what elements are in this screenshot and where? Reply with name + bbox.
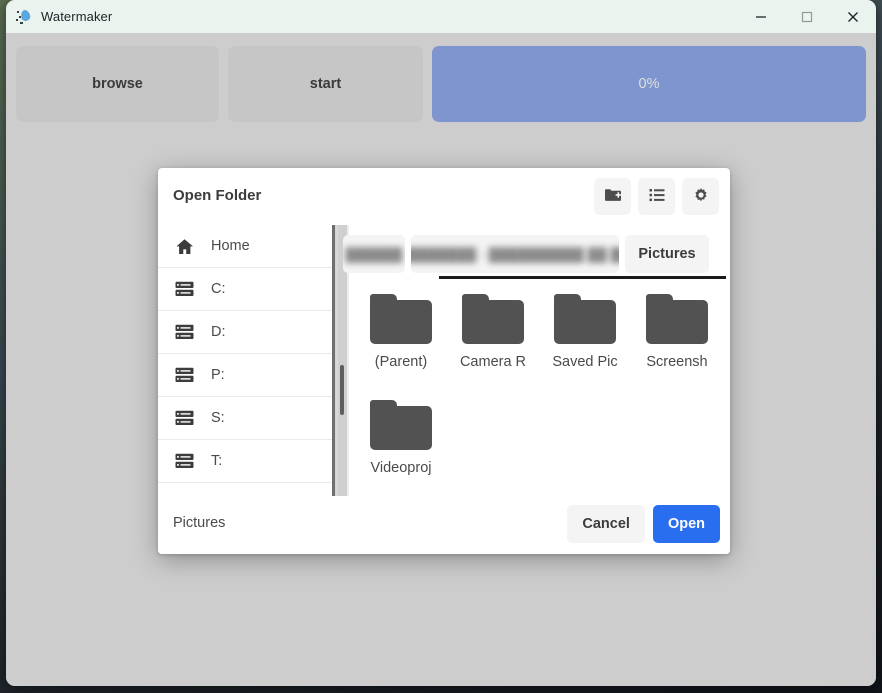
drive-icon	[173, 451, 195, 471]
drive-icon	[173, 322, 195, 342]
breadcrumb-active-underline	[439, 276, 726, 279]
folder-icon	[462, 294, 524, 344]
folder-item[interactable]: Videoproj	[355, 393, 447, 499]
breadcrumb-item-pictures[interactable]: Pictures	[625, 235, 709, 273]
breadcrumb-label: ██████	[345, 246, 403, 262]
breadcrumb-label: Pictures	[638, 246, 696, 262]
close-icon[interactable]	[830, 0, 876, 33]
sidebar-item-label: D:	[211, 324, 226, 340]
list-view-button[interactable]	[638, 178, 675, 215]
new-folder-button[interactable]	[594, 178, 631, 215]
folder-label: Videoproj	[370, 460, 432, 476]
sidebar-item-label: C:	[211, 281, 226, 297]
sidebar-item-s[interactable]: S:	[158, 397, 343, 440]
folder-grid: (Parent) Camera R Saved Pic Screensh Vid…	[349, 287, 730, 496]
breadcrumb-item-redacted-2[interactable]: ████████ - ██████████ ██ ██	[411, 235, 619, 273]
browse-button[interactable]: browse	[16, 46, 219, 122]
title-bar: Watermaker	[6, 0, 876, 33]
footer-actions: Cancel Open	[567, 505, 720, 543]
current-path-label: Pictures	[173, 515, 226, 531]
folder-item[interactable]: Camera R	[447, 287, 539, 393]
sidebar-item-w[interactable]: W:	[158, 483, 343, 496]
action-toolbar: browse start 0%	[16, 46, 866, 122]
sidebar-item-label: S:	[211, 410, 225, 426]
folder-item[interactable]: (Parent)	[355, 287, 447, 393]
breadcrumb-item-redacted-1[interactable]: ██████	[343, 235, 405, 273]
sidebar-item-label: P:	[211, 367, 225, 383]
progress-label: 0%	[638, 76, 660, 92]
application-window: Watermaker browse start 0% Open Folder H…	[6, 0, 876, 686]
water-drop-icon	[16, 8, 32, 25]
drive-icon	[173, 279, 195, 299]
places-sidebar[interactable]: Home C: D: P: S: T:	[158, 225, 343, 496]
start-button[interactable]: start	[228, 46, 423, 122]
settings-button[interactable]	[682, 178, 719, 215]
maximize-icon[interactable]	[784, 0, 830, 33]
sidebar-item-c[interactable]: C:	[158, 268, 343, 311]
dialog-header: Open Folder	[158, 168, 730, 225]
folder-icon	[370, 400, 432, 450]
home-icon	[173, 236, 195, 256]
drive-icon	[173, 408, 195, 428]
drive-icon	[173, 365, 195, 385]
dialog-body: Home C: D: P: S: T: ██████ ████████ - ██…	[158, 225, 730, 496]
window-title: Watermaker	[41, 9, 113, 24]
folder-label: Screensh	[646, 354, 708, 370]
sidebar-item-home[interactable]: Home	[158, 225, 343, 268]
minimize-icon[interactable]	[738, 0, 784, 33]
sidebar-item-label: Home	[211, 238, 250, 254]
dialog-toolbar	[594, 178, 719, 215]
folder-icon	[370, 294, 432, 344]
open-folder-dialog: Open Folder Home C: D: P: S: T: ██████ █…	[158, 168, 730, 554]
settings-gear-icon	[692, 186, 710, 207]
sidebar-item-d[interactable]: D:	[158, 311, 343, 354]
sidebar-item-label: T:	[211, 453, 223, 469]
folder-item[interactable]: Saved Pic	[539, 287, 631, 393]
folder-icon	[554, 294, 616, 344]
folder-item[interactable]: Screensh	[631, 287, 723, 393]
dialog-title: Open Folder	[173, 187, 262, 204]
dialog-footer: Pictures Cancel Open	[158, 496, 730, 554]
progress-bar: 0%	[432, 46, 866, 122]
breadcrumb-label: ████████ - ██████████ ██ ██	[411, 246, 619, 262]
sidebar-item-p[interactable]: P:	[158, 354, 343, 397]
folder-icon	[646, 294, 708, 344]
main-content-area: browse start 0% Open Folder Home C: D: P…	[6, 33, 876, 686]
scrollbar-thumb[interactable]	[340, 365, 344, 415]
new-folder-icon	[604, 186, 622, 207]
folder-label: Saved Pic	[552, 354, 618, 370]
sidebar-item-t[interactable]: T:	[158, 440, 343, 483]
open-button[interactable]: Open	[652, 505, 720, 543]
file-browser-pane: ██████ ████████ - ██████████ ██ ██ Pictu…	[343, 225, 730, 496]
list-view-icon	[648, 186, 666, 207]
folder-label: (Parent)	[374, 354, 428, 370]
folder-label: Camera R	[459, 354, 527, 370]
cancel-button[interactable]: Cancel	[567, 505, 645, 543]
breadcrumb: ██████ ████████ - ██████████ ██ ██ Pictu…	[343, 231, 730, 277]
window-controls	[738, 0, 876, 33]
